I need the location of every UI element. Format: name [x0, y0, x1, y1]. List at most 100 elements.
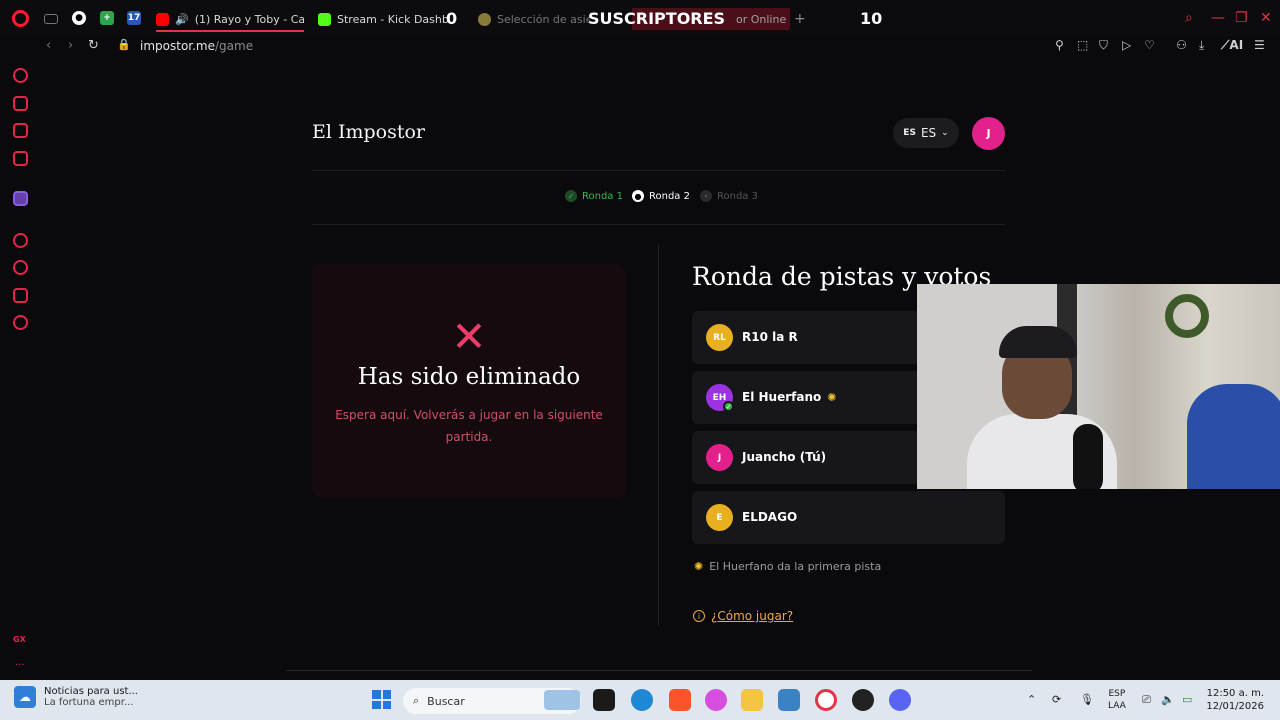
user-avatar[interactable]: J — [972, 117, 1005, 150]
how-to-play-label: ¿Cómo jugar? — [711, 609, 794, 623]
overlay-right-count: 10 — [860, 9, 883, 28]
column-divider — [658, 244, 659, 626]
tray-sync-icon[interactable]: ⟳ — [1052, 693, 1061, 706]
record-icon[interactable]: ● — [72, 11, 86, 25]
tab-label: (1) Rayo y Toby - Calor — [194, 12, 304, 26]
sidebar-player-icon[interactable] — [13, 233, 28, 248]
snapshot-icon[interactable]: ⬚ — [1077, 38, 1088, 52]
tab-kick[interactable]: Stream - Kick Dashboard — [318, 8, 448, 30]
app-brand[interactable]: El Impostor — [312, 121, 425, 143]
tab-impostor-label[interactable]: or Online — [736, 8, 786, 30]
search-highlight-icon — [544, 690, 580, 710]
url-path: /game — [215, 39, 254, 53]
language-selector[interactable]: ES ES ⌄ — [893, 118, 959, 148]
lock-icon: 🔒 — [117, 38, 131, 51]
battery-icon[interactable]: ▭ — [1182, 693, 1192, 706]
calendar-app-icon[interactable]: 17 — [127, 11, 141, 25]
maximize-icon[interactable]: ❐ — [1235, 10, 1248, 26]
news-title: Noticias para ust... — [44, 686, 138, 697]
round-step-3: • Ronda 3 — [700, 190, 758, 202]
system-clock[interactable]: 12:50 a. m. 12/01/2026 — [1200, 687, 1264, 713]
copilot-icon[interactable] — [705, 689, 727, 711]
pending-dot-icon: • — [700, 190, 712, 202]
task-view-icon[interactable] — [593, 689, 615, 711]
ai-button[interactable]: ⟋AI — [1221, 38, 1243, 53]
microphone-icon[interactable]: 🎙 — [1080, 693, 1094, 706]
stepper-divider — [312, 224, 1005, 225]
tab-label: Stream - Kick Dashboard — [337, 12, 448, 26]
forward-icon[interactable]: › — [68, 38, 73, 53]
tray-chevron-icon[interactable]: ⌃ — [1027, 693, 1036, 706]
sidebar-m-icon[interactable] — [13, 151, 28, 166]
round-label: Ronda 1 — [582, 190, 623, 202]
shield-icon[interactable]: ⛉ — [1099, 38, 1108, 53]
lang-flag: ES — [903, 128, 916, 138]
play-icon[interactable]: ▷ — [1122, 38, 1131, 52]
sidebar-history-icon[interactable] — [13, 260, 28, 275]
lang-bottom: LAA — [1108, 701, 1126, 711]
input-language[interactable]: ESP LAA — [1108, 688, 1126, 712]
reload-icon[interactable]: ↻ — [88, 38, 99, 53]
lang-label: ES — [920, 126, 937, 140]
sidebar-extensions-icon[interactable] — [13, 288, 28, 303]
tab-youtube[interactable]: 🔊 (1) Rayo y Toby - Calor — [156, 8, 304, 30]
eliminated-card: ✕ Has sido eliminado Espera aquí. Volver… — [312, 264, 626, 498]
minimize-icon[interactable]: — — [1211, 10, 1225, 26]
gx-icon[interactable]: GX — [13, 635, 26, 644]
pin-icon[interactable]: ⚲ — [1055, 38, 1064, 52]
address-bar[interactable]: impostor.me/game — [140, 39, 253, 53]
online-check-icon: ✓ — [723, 401, 734, 412]
player-name: El Huerfano — [742, 390, 822, 404]
round-step-2: ● Ronda 2 — [632, 190, 690, 202]
player-avatar: J — [706, 444, 733, 471]
cam-second-person — [1187, 384, 1280, 489]
how-to-play-link[interactable]: i ¿Cómo jugar? — [693, 609, 793, 623]
cam-person-cap — [999, 326, 1077, 358]
opera-gx-icon[interactable] — [815, 689, 837, 711]
round-label: Ronda 2 — [649, 190, 690, 202]
network-icon[interactable]: ⎚ — [1142, 693, 1151, 707]
player-row[interactable]: E ELDAGO — [692, 491, 1005, 544]
heart-icon[interactable]: ♡ — [1144, 38, 1155, 52]
cam-microphone — [1073, 424, 1103, 489]
search-tabs-icon[interactable]: ⌕ — [1185, 10, 1193, 26]
volume-icon[interactable]: 🔈 — [1161, 693, 1175, 706]
menu-icon[interactable]: ☰ — [1254, 38, 1265, 52]
discord-icon[interactable] — [889, 689, 911, 711]
player-avatar: E — [706, 504, 733, 531]
back-icon[interactable]: ‹ — [46, 38, 51, 53]
opera-logo-icon[interactable] — [12, 10, 29, 27]
site-icon — [478, 12, 491, 26]
windows-start-icon[interactable] — [372, 690, 391, 709]
plus-app-icon[interactable]: + — [100, 11, 114, 25]
outlook-icon[interactable] — [778, 689, 800, 711]
obs-icon[interactable] — [852, 689, 874, 711]
speaker-icon: 🔊 — [175, 12, 189, 26]
new-tab-button[interactable]: + — [794, 8, 806, 30]
url-host: impostor.me — [140, 39, 215, 53]
round-step-1: ✓ Ronda 1 — [565, 190, 623, 202]
sidebar-twitch-icon[interactable] — [13, 191, 28, 206]
news-widget[interactable]: ☁ Noticias para ust... La fortuna empr..… — [14, 686, 138, 708]
youtube-icon — [156, 12, 169, 26]
sidebar-settings-icon[interactable] — [13, 315, 28, 330]
search-placeholder: Buscar — [427, 694, 465, 708]
sidebar-slash-icon[interactable] — [13, 123, 28, 138]
chevron-down-icon: ⌄ — [941, 128, 949, 138]
header-divider — [312, 170, 1005, 171]
tab-seats[interactable]: Selección de asientos — [478, 8, 590, 30]
edge-icon[interactable] — [631, 689, 653, 711]
info-icon: i — [693, 610, 705, 622]
sidebar-speed-dial-icon[interactable] — [13, 68, 28, 83]
active-tab-indicator — [156, 30, 304, 32]
brave-icon[interactable] — [669, 689, 691, 711]
gamepad-icon[interactable] — [44, 14, 58, 24]
more-icon[interactable]: ··· — [15, 660, 25, 671]
download-icon[interactable]: ⤓ — [1199, 38, 1204, 53]
sidebar-bag-icon[interactable] — [13, 96, 28, 111]
overlay-title: SUSCRIPTORES — [588, 9, 726, 28]
hint-text: El Huerfano da la primera pista — [709, 560, 882, 573]
account-icon[interactable]: ⚇ — [1176, 38, 1187, 52]
file-explorer-icon[interactable] — [741, 689, 763, 711]
close-icon[interactable]: ✕ — [1260, 10, 1272, 26]
